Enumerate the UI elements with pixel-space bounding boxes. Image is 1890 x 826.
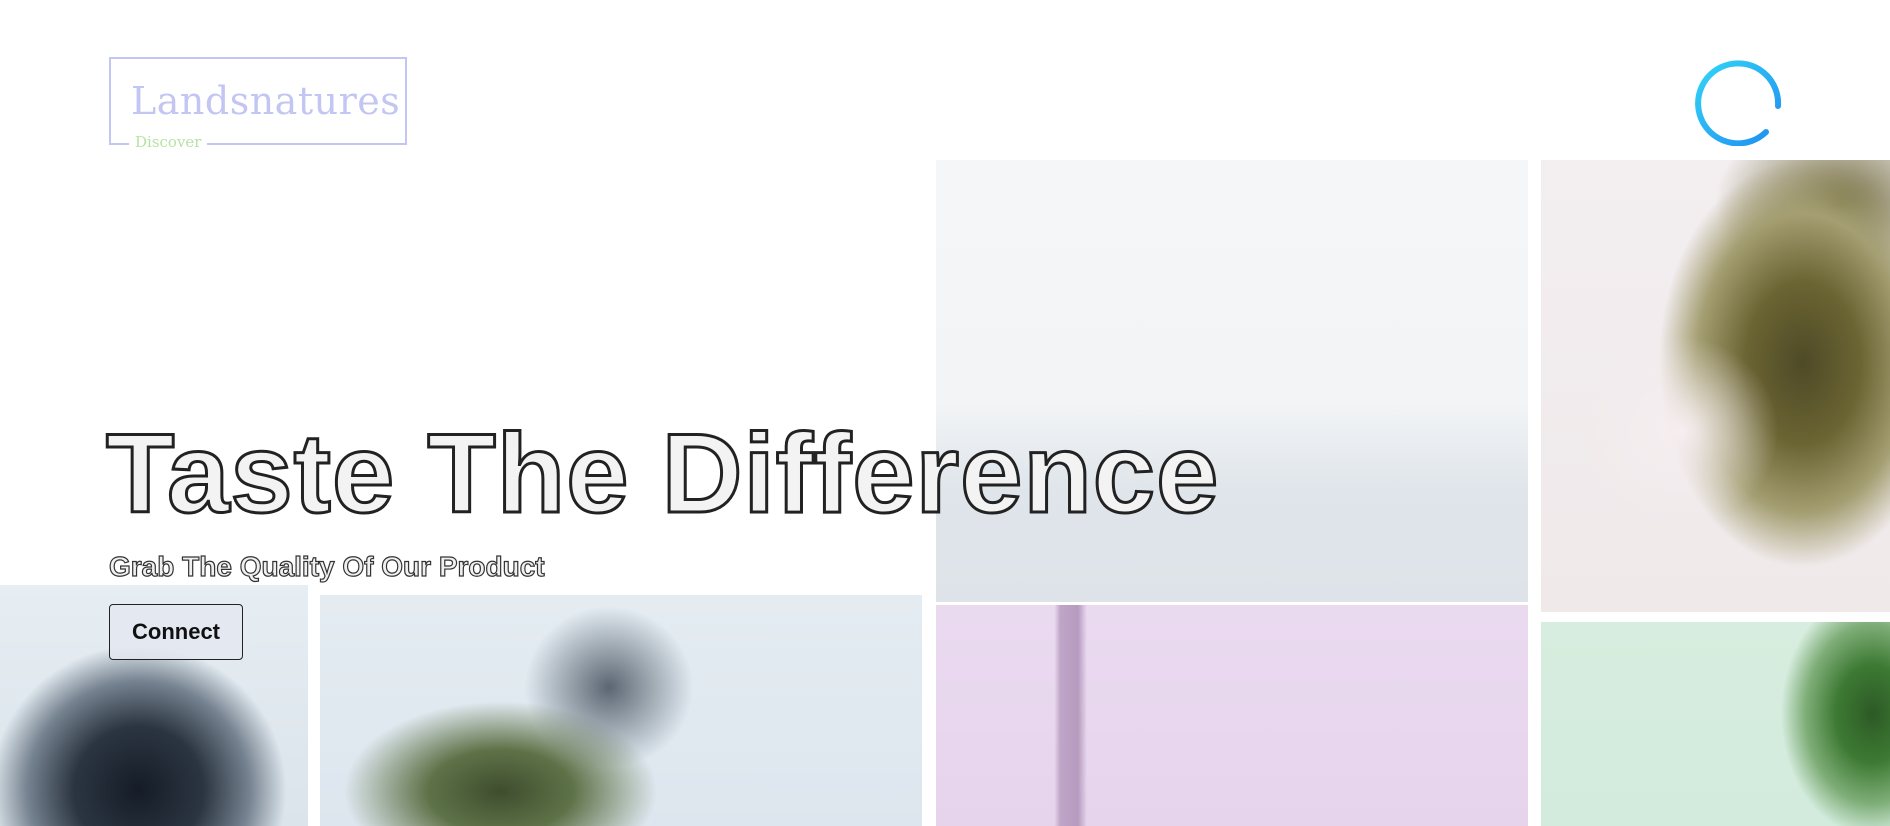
hero-title: Taste The Difference (104, 411, 1220, 536)
photo-tile-purple (936, 605, 1528, 826)
photo-tile-mint-foliage (1541, 622, 1890, 826)
brand-logo[interactable]: Landsnatures Discover (109, 57, 407, 151)
brand-name: Landsnatures (131, 79, 401, 123)
hero-subtitle: Grab The Quality Of Our Product (108, 551, 545, 582)
menu-button[interactable] (1694, 56, 1784, 146)
connect-button[interactable]: Connect (109, 604, 243, 660)
photo-tile-green-tree (320, 595, 922, 826)
photo-tile-tree (1541, 160, 1890, 612)
hamburger-menu-icon (1695, 60, 1782, 146)
brand-tagline: Discover (129, 133, 208, 151)
